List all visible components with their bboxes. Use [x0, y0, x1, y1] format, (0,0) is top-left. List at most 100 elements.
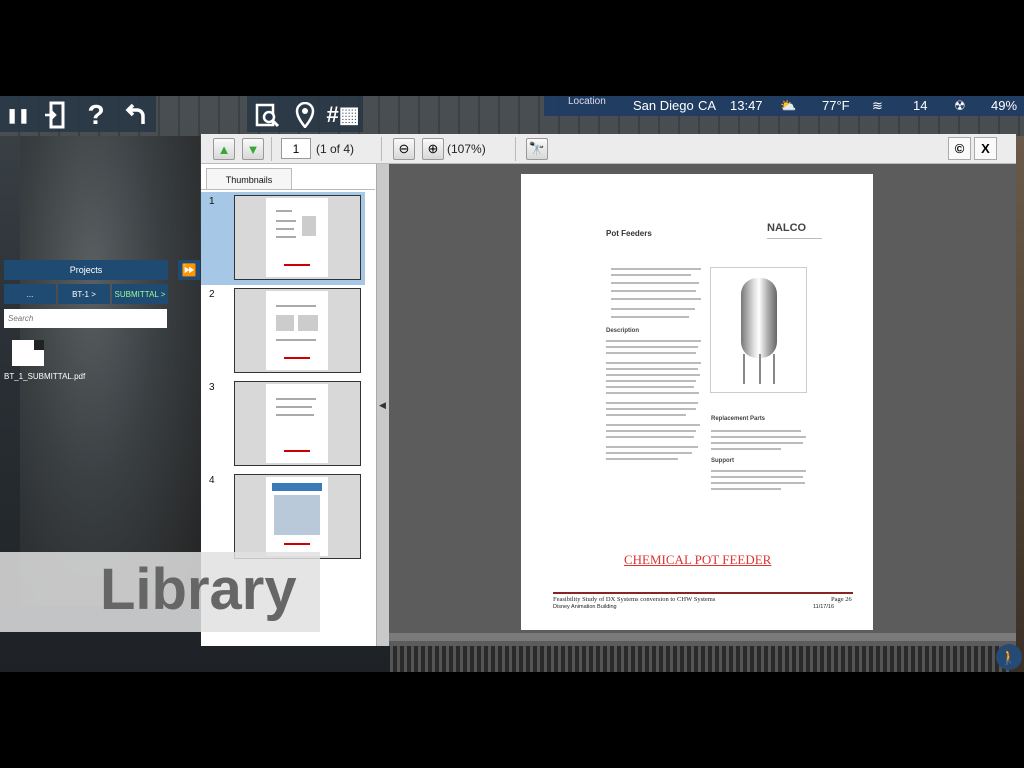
text-line [606, 424, 700, 426]
text-line [711, 482, 805, 484]
humidity-label: 49% [991, 98, 1018, 113]
text-line [711, 436, 806, 438]
scene-machinery [20, 136, 200, 606]
text-line [711, 448, 781, 450]
map-pin-icon[interactable] [287, 98, 323, 132]
text-line [606, 368, 698, 370]
partly-cloudy-icon: ⛅ [780, 98, 797, 113]
projects-button[interactable]: Projects [4, 260, 168, 280]
location-label: Location [568, 96, 606, 107]
text-line [606, 458, 678, 460]
next-page-arrow-icon[interactable]: ▼ [242, 138, 264, 160]
text-line [606, 380, 696, 382]
doc-logo: NALCO [767, 222, 807, 234]
text-line [611, 282, 699, 284]
collapse-pane-arrow-icon[interactable]: ◀ [379, 400, 387, 412]
close-viewer-button[interactable]: X [974, 137, 997, 160]
thumbnail-page [266, 198, 328, 277]
text-line [611, 316, 689, 318]
text-line [711, 488, 781, 490]
thumbnail-item[interactable]: 2 [201, 285, 365, 378]
text-line [606, 414, 686, 416]
horizontal-scrollbar[interactable] [389, 633, 1016, 641]
thumbnail-item[interactable]: 4 [201, 471, 365, 564]
text-line [606, 386, 694, 388]
tools-toolbar: #▦ [247, 96, 363, 132]
door-exit-icon[interactable] [38, 98, 74, 132]
text-line [606, 408, 696, 410]
undo-arrow-icon[interactable] [118, 98, 154, 132]
text-line [711, 470, 806, 472]
copyright-button[interactable]: © [948, 137, 971, 160]
tab-thumbnails[interactable]: Thumbnails [206, 168, 292, 190]
library-title: Library [100, 557, 297, 622]
prev-page-arrow-icon[interactable]: ▲ [213, 138, 235, 160]
search-input[interactable] [4, 309, 167, 328]
text-line [611, 308, 695, 310]
find-binoculars-icon[interactable]: 🔭 [526, 138, 548, 160]
text-line [711, 442, 803, 444]
qr-code-icon[interactable]: #▦ [325, 98, 361, 132]
text-line [606, 392, 699, 394]
help-button[interactable]: ? [78, 98, 114, 132]
text-line [611, 298, 701, 300]
fast-forward-icon[interactable]: ⏩ [178, 260, 200, 280]
viewer-toolbar: ▲ ▼ (1 of 4) ⊖ ⊕ (107%) 🔭 © X [201, 134, 1016, 164]
file-name-label[interactable]: BT_1_SUBMITTAL.pdf [4, 372, 85, 381]
humidity-icon: ☢ [954, 98, 966, 113]
footer-building: Disney Animation Building [553, 604, 617, 610]
library-overlay: Library [0, 552, 320, 632]
text-line [606, 436, 694, 438]
thumbnail-item[interactable]: 1 [201, 192, 365, 285]
text-line [606, 362, 701, 364]
state-label: CA [698, 98, 717, 113]
thumbnail-frame [234, 288, 361, 373]
text-line [606, 452, 692, 454]
thumbnail-number: 4 [209, 475, 215, 486]
logo-rule [767, 238, 822, 239]
main-toolbar: ❚❚ ? [0, 96, 156, 132]
thumbnail-page [266, 477, 328, 556]
app-stage: ❚❚ ? #▦ Location San Diego CA 13:47 ⛅ 77… [0, 96, 1024, 672]
thumbnail-page [266, 384, 328, 463]
footer-rule [553, 592, 853, 594]
breadcrumb-root[interactable]: ... [4, 284, 56, 304]
footer-date: 11/17/16 [813, 604, 835, 610]
breadcrumb-bt1[interactable]: BT-1 > [58, 284, 110, 304]
thumbnail-number: 2 [209, 289, 215, 300]
text-line [606, 446, 698, 448]
tank-leg [759, 354, 761, 384]
wind-label: 14 [913, 98, 928, 113]
thumbnail-frame [234, 195, 361, 280]
city-label: San Diego [633, 98, 694, 113]
pause-icon[interactable]: ❚❚ [0, 98, 36, 132]
thumbnail-item[interactable]: 3 [201, 378, 365, 471]
text-line [606, 352, 696, 354]
footer-page: Page 26 [831, 596, 852, 603]
pdf-viewer: ▲ ▼ (1 of 4) ⊖ ⊕ (107%) 🔭 © X Thumbnails… [201, 134, 1016, 646]
toolbar-separator [271, 137, 272, 161]
text-line [611, 268, 701, 270]
page-number-input[interactable] [281, 138, 311, 159]
toolbar-separator [515, 137, 516, 161]
zoom-in-icon[interactable]: ⊕ [422, 138, 444, 160]
text-line [606, 346, 698, 348]
tab-divider [201, 189, 375, 190]
description-heading: Description [606, 328, 640, 334]
text-line [606, 374, 700, 376]
breadcrumb-submittal[interactable]: SUBMITTAL > [112, 284, 168, 304]
tank-leg [743, 354, 745, 384]
zoom-out-icon[interactable]: ⊖ [393, 138, 415, 160]
footer-title: Feasibility Study of DX Systems conversi… [553, 596, 716, 603]
document-search-icon[interactable] [249, 98, 285, 132]
thumbnail-page [266, 291, 328, 370]
thumbnail-frame [234, 381, 361, 466]
text-line [606, 402, 698, 404]
text-line [606, 430, 696, 432]
text-line [711, 430, 801, 432]
text-line [611, 290, 696, 292]
thumbnail-number: 3 [209, 382, 215, 393]
toolbar-separator [381, 137, 382, 161]
walk-person-icon[interactable]: 🚶 [996, 644, 1022, 670]
support-heading: Support [711, 458, 734, 464]
